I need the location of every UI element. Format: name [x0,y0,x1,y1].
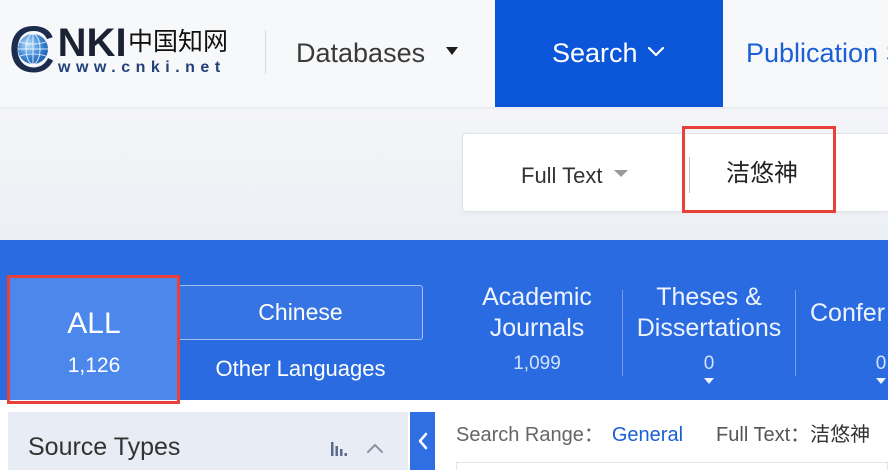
nav-databases-label: Databases [296,38,426,68]
tab-academic-journals[interactable]: Academic Journals 1,099 [452,280,622,390]
sidebar-collapse-button[interactable] [410,412,435,470]
tab-title-line: Confer [810,299,886,327]
source-types-panel[interactable]: Source Types [8,412,408,470]
search-field-select[interactable]: Full Text [521,160,603,192]
tab-theses-dissertations[interactable]: Theses & Dissertations 0 [623,280,795,390]
tab-title-line: Journals [489,314,585,342]
caret-down-icon [704,378,714,384]
nav-publication[interactable]: Publication S [746,0,888,107]
search-range-field-label: Full Text： [716,424,811,446]
search-input[interactable]: 洁悠神 [726,158,798,190]
caret-down-icon[interactable] [614,170,628,177]
tab-chinese[interactable]: Chinese [178,285,423,340]
results-list-top-border [456,462,888,470]
tab-all-label: ALL [67,307,121,340]
tab-title: Theses & Dissertations [623,282,795,344]
cnki-logo[interactable]: CNKI 中国知网 www.cnki.net [0,0,240,107]
tab-count: 0 [703,353,715,374]
tab-count: 1,099 [513,353,561,374]
chevron-down-icon [647,46,665,57]
header-divider [265,30,266,74]
search-range-summary: Search Range： General Full Text：洁悠神 [456,421,888,449]
tab-title-line: Theses & [656,283,762,311]
caret-down-icon [876,378,886,384]
globe-icon [18,33,48,65]
chevron-up-icon[interactable] [366,442,384,454]
top-header: CNKI 中国知网 www.cnki.net Databases Search [0,0,888,107]
caret-down-icon [446,47,458,55]
tab-all[interactable]: ALL 1,126 [10,278,178,400]
nav-databases[interactable]: Databases [296,0,466,107]
tab-title: Academic Journals [452,282,622,344]
nav-search[interactable]: Search [495,0,723,107]
chevron-left-icon [418,432,428,450]
tab-conferences[interactable]: Confer 0 [796,280,888,390]
search-range-query: 洁悠神 [810,424,871,446]
logo-url-text: www.cnki.net [58,59,226,76]
search-field-divider [689,157,690,193]
search-range-scope: General [611,424,684,446]
nav-search-label: Search [552,38,638,68]
search-range-label: Search Range： [456,424,604,446]
tab-title-line: Academic [482,283,592,311]
tab-title: Confer [810,297,888,329]
nav-publication-label: Publication S [746,38,888,68]
tab-title-line: Dissertations [636,314,782,342]
tab-count: 0 [875,353,887,374]
logo-chinese-name: 中国知网 [128,27,229,56]
bar-chart-icon[interactable] [330,440,348,456]
tab-other-languages[interactable]: Other Languages [178,354,423,384]
source-types-title: Source Types [28,433,181,461]
tab-all-count: 1,126 [67,354,121,377]
